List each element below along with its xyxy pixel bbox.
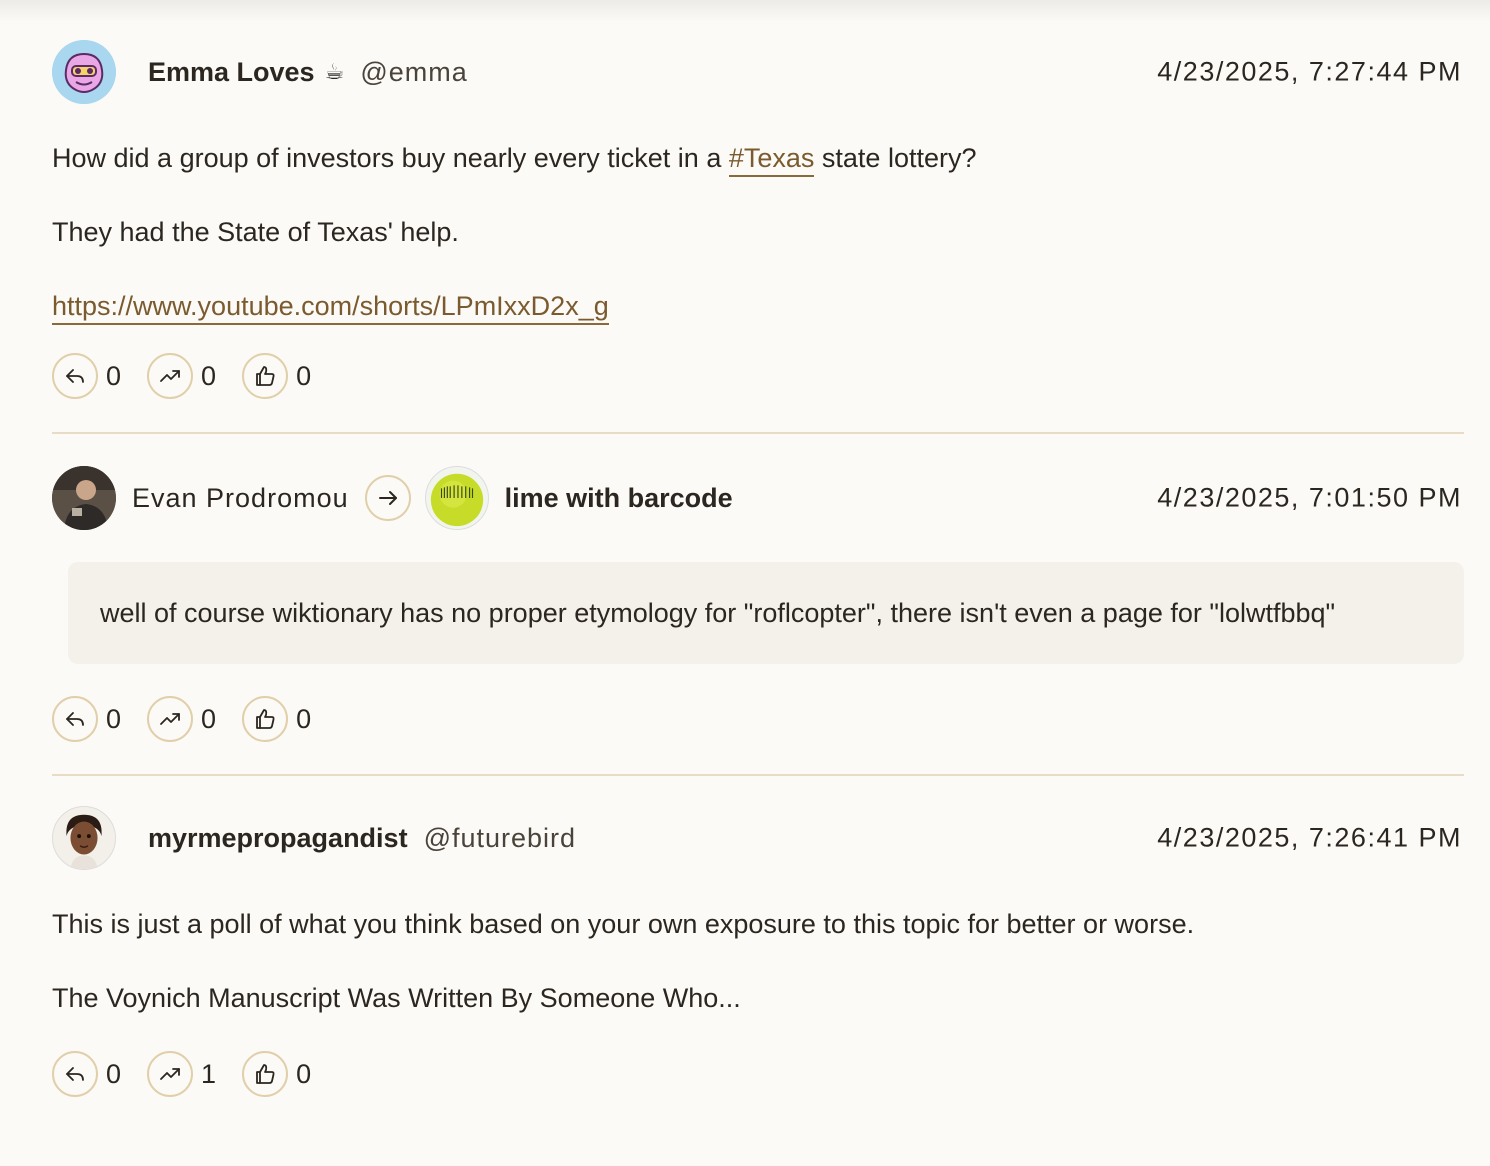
post-link-line: https://www.youtube.com/shorts/LPmIxxD2x…	[52, 285, 1464, 327]
post-header: Emma Loves ☕ @emma 4/23/2025, 7:27:44 PM	[52, 40, 1464, 104]
reply-icon	[66, 712, 84, 726]
like-action[interactable]: 0	[242, 353, 311, 399]
reply-count: 0	[106, 1058, 122, 1089]
post-actions: 0 1 0	[52, 1051, 1464, 1097]
post-header: myrmepropagandist @futurebird 4/23/2025,…	[52, 806, 1464, 870]
reply-action[interactable]: 0	[52, 696, 121, 742]
post-body: This is just a poll of what you think ba…	[52, 903, 1464, 1019]
timestamp[interactable]: 4/23/2025, 7:01:50 PM	[1157, 483, 1462, 514]
sharer-name[interactable]: Evan Prodromou	[132, 483, 349, 514]
like-count: 0	[296, 1058, 312, 1089]
display-name[interactable]: Emma Loves	[148, 57, 315, 88]
share-count: 1	[201, 1058, 217, 1089]
text-segment: state lottery?	[814, 143, 977, 173]
post-text-line: The Voynich Manuscript Was Written By So…	[52, 983, 741, 1013]
trending-up-icon	[160, 1068, 180, 1080]
thumbs-up-icon	[256, 1064, 275, 1084]
reply-button[interactable]	[52, 1051, 98, 1097]
handle[interactable]: @emma	[360, 57, 467, 88]
display-name[interactable]: myrmepropagandist	[148, 823, 408, 854]
timestamp[interactable]: 4/23/2025, 7:26:41 PM	[1157, 823, 1462, 854]
like-count: 0	[296, 360, 312, 391]
share-button[interactable]	[147, 696, 194, 742]
quote-text: well of course wiktionary has no proper …	[100, 598, 1336, 628]
like-count: 0	[296, 703, 312, 734]
trending-up-icon	[160, 713, 180, 725]
post-body: How did a group of investors buy nearly …	[52, 137, 1464, 327]
thumbs-up-icon	[256, 366, 275, 386]
external-link[interactable]: https://www.youtube.com/shorts/LPmIxxD2x…	[52, 291, 609, 325]
avatar[interactable]	[52, 806, 116, 870]
reply-icon	[66, 369, 84, 383]
share-count: 0	[201, 703, 217, 734]
share-action[interactable]: 0	[147, 696, 216, 742]
share-button[interactable]	[147, 353, 194, 399]
share-action[interactable]: 0	[147, 353, 216, 399]
handle[interactable]: @futurebird	[424, 823, 576, 854]
forward-button	[364, 475, 411, 521]
post-actions: 0 0 0	[52, 353, 1464, 399]
reply-button[interactable]	[52, 353, 98, 399]
like-button[interactable]	[242, 1051, 289, 1097]
post: Evan Prodromou lime with barcode 4/23/20…	[52, 434, 1464, 742]
share-button[interactable]	[147, 1051, 194, 1097]
avatar[interactable]	[424, 466, 489, 530]
thumbs-up-icon	[256, 709, 275, 729]
post: Emma Loves ☕ @emma 4/23/2025, 7:27:44 PM…	[52, 0, 1464, 399]
avatar[interactable]	[52, 40, 116, 104]
post: myrmepropagandist @futurebird 4/23/2025,…	[52, 776, 1464, 1097]
text-segment: How did a group of investors buy nearly …	[52, 143, 729, 173]
target-name[interactable]: lime with barcode	[505, 483, 733, 514]
avatar[interactable]	[52, 466, 116, 530]
timestamp[interactable]: 4/23/2025, 7:27:44 PM	[1157, 57, 1462, 88]
share-action[interactable]: 1	[147, 1051, 216, 1097]
like-button[interactable]	[242, 353, 289, 399]
coffee-emoji: ☕	[324, 59, 345, 84]
reply-count: 0	[106, 360, 122, 391]
feed: Emma Loves ☕ @emma 4/23/2025, 7:27:44 PM…	[52, 0, 1464, 1097]
share-count: 0	[201, 360, 217, 391]
reply-action[interactable]: 0	[52, 1051, 121, 1097]
like-action[interactable]: 0	[242, 696, 311, 742]
post-text-line: How did a group of investors buy nearly …	[52, 137, 1464, 179]
like-action[interactable]: 0	[242, 1051, 311, 1097]
reply-icon	[66, 1067, 84, 1081]
trending-up-icon	[160, 370, 180, 382]
reply-count: 0	[106, 703, 122, 734]
post-header: Evan Prodromou lime with barcode 4/23/20…	[52, 466, 1464, 530]
arrow-right-icon	[378, 491, 397, 505]
post-actions: 0 0 0	[52, 696, 1464, 742]
reply-button[interactable]	[52, 696, 98, 742]
reply-action[interactable]: 0	[52, 353, 121, 399]
like-button[interactable]	[242, 696, 289, 742]
post-text-line: This is just a poll of what you think ba…	[52, 909, 1195, 939]
post-text-line: They had the State of Texas' help.	[52, 217, 459, 247]
hashtag-link[interactable]: #Texas	[728, 143, 815, 177]
quote-box[interactable]: well of course wiktionary has no proper …	[68, 562, 1464, 664]
